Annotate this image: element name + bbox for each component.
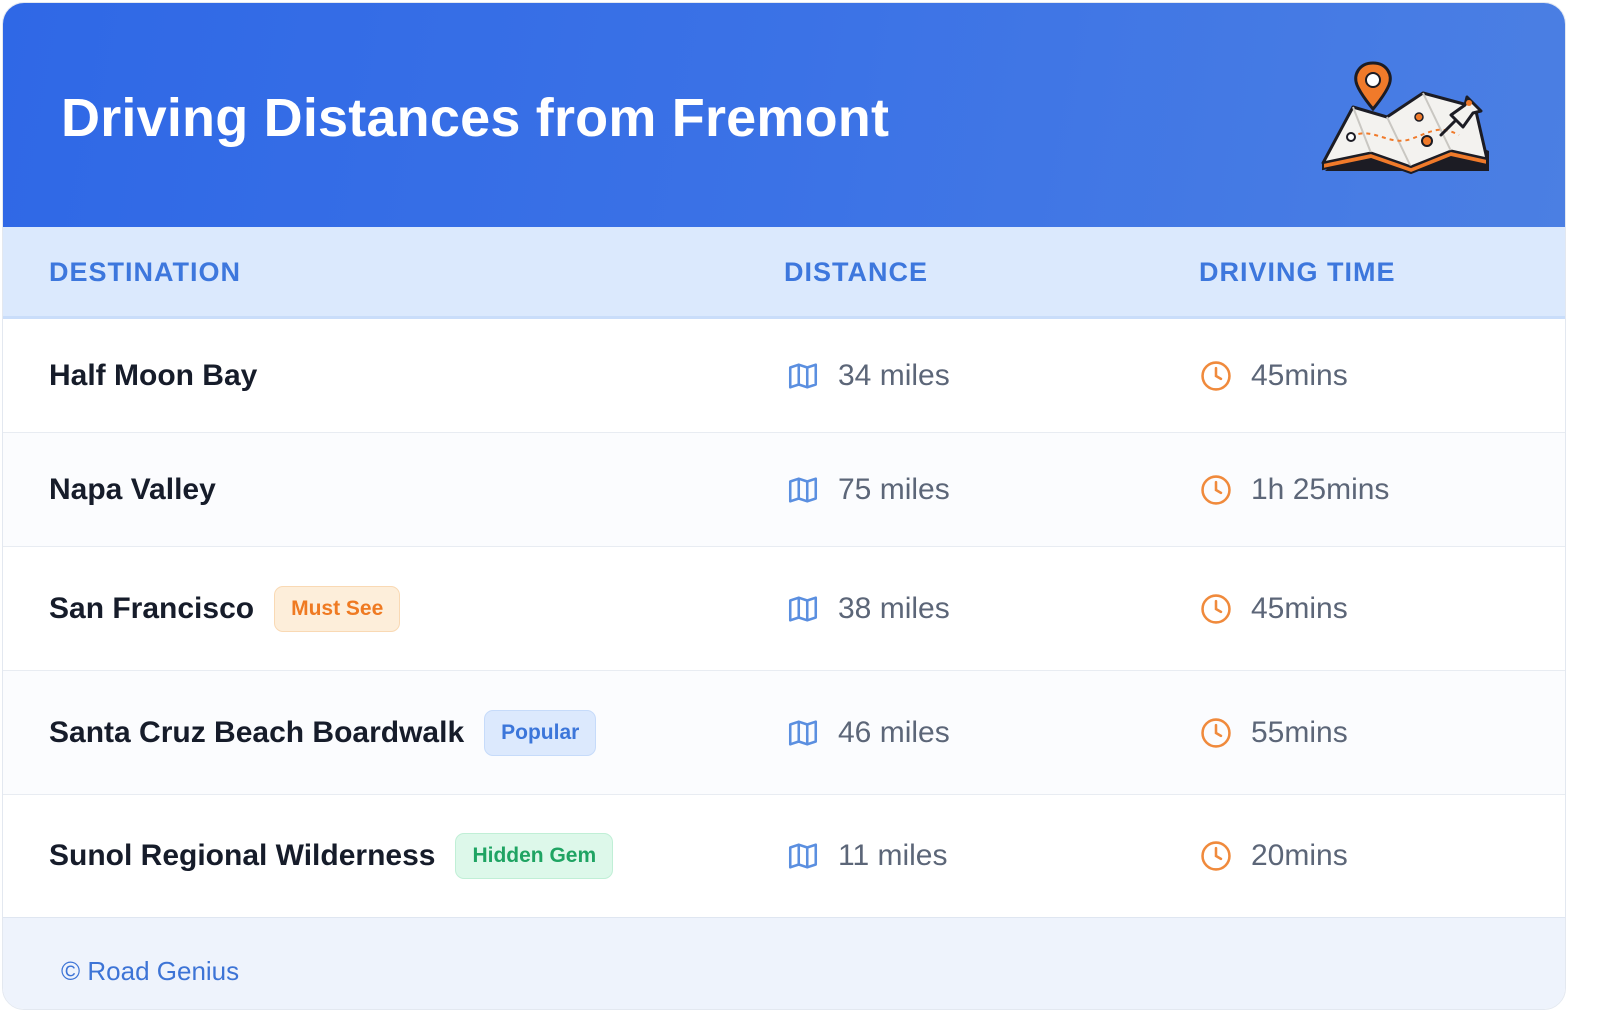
destination-cell: San Francisco Must See bbox=[49, 547, 401, 670]
map-icon bbox=[788, 843, 818, 869]
driving-time-value: 20mins bbox=[1251, 839, 1348, 872]
distance-cell: 11 miles bbox=[786, 795, 947, 917]
distance-value: 38 miles bbox=[838, 591, 950, 625]
distance-cell: 75 miles bbox=[786, 433, 950, 546]
driving-time-value: 1h 25mins bbox=[1251, 472, 1390, 506]
clock-icon bbox=[1201, 360, 1231, 391]
table-row: San Francisco Must See 38 miles 45mins bbox=[3, 547, 1565, 671]
map-icon bbox=[788, 719, 818, 746]
map-icon bbox=[788, 362, 818, 389]
table-row: Half Moon Bay 34 miles 45mins bbox=[3, 319, 1565, 433]
table-row: Santa Cruz Beach Boardwalk Popular 46 mi… bbox=[3, 671, 1565, 795]
driving-time-value: 45mins bbox=[1251, 358, 1348, 392]
driving-time-cell: 45mins bbox=[1199, 319, 1348, 432]
must-see-badge: Must See bbox=[274, 585, 401, 632]
table-header: DESTINATION DISTANCE DRIVING TIME bbox=[3, 227, 1565, 319]
card-footer: © Road Genius bbox=[3, 917, 1565, 1009]
driving-time-cell: 20mins bbox=[1199, 795, 1348, 917]
column-header-destination: DESTINATION bbox=[49, 257, 241, 287]
distance-value: 34 miles bbox=[838, 358, 950, 392]
table-row: Sunol Regional Wilderness Hidden Gem 11 … bbox=[3, 795, 1565, 917]
destination-name: Sunol Regional Wilderness bbox=[49, 839, 436, 872]
destination-cell: Santa Cruz Beach Boardwalk Popular bbox=[49, 671, 597, 794]
copyright-text: © Road Genius bbox=[61, 956, 240, 986]
clock-icon bbox=[1201, 717, 1231, 748]
clock-icon bbox=[1201, 474, 1231, 505]
distance-cell: 38 miles bbox=[786, 547, 950, 670]
distance-cell: 46 miles bbox=[786, 671, 950, 794]
destination-name: Napa Valley bbox=[49, 472, 216, 506]
driving-time-value: 45mins bbox=[1251, 591, 1348, 625]
destination-name: Santa Cruz Beach Boardwalk bbox=[49, 715, 465, 749]
destination-name: Half Moon Bay bbox=[49, 358, 258, 392]
popular-badge: Popular bbox=[484, 709, 597, 756]
destination-cell: Napa Valley bbox=[49, 433, 216, 546]
column-header-distance: DISTANCE bbox=[784, 257, 929, 287]
driving-time-cell: 45mins bbox=[1199, 547, 1348, 670]
driving-time-cell: 55mins bbox=[1199, 671, 1348, 794]
driving-time-value: 55mins bbox=[1251, 715, 1348, 749]
distance-cell: 34 miles bbox=[786, 319, 950, 432]
destination-name: San Francisco bbox=[49, 591, 255, 625]
clock-icon bbox=[1201, 593, 1231, 624]
table-row: Napa Valley 75 miles 1h 25mins bbox=[3, 433, 1565, 547]
clock-icon bbox=[1201, 841, 1231, 871]
card-header: Driving Distances from Fremont bbox=[3, 3, 1565, 227]
map-icon bbox=[788, 476, 818, 503]
column-header-driving-time: DRIVING TIME bbox=[1199, 257, 1396, 287]
destination-cell: Half Moon Bay bbox=[49, 319, 257, 432]
distance-card: Driving Distances from Fremont DESTINATI… bbox=[2, 2, 1566, 1010]
distance-value: 75 miles bbox=[838, 472, 950, 506]
distance-value: 11 miles bbox=[838, 839, 948, 872]
map-with-pins-icon bbox=[1321, 61, 1489, 175]
destination-cell: Sunol Regional Wilderness Hidden Gem bbox=[49, 795, 614, 917]
map-icon bbox=[788, 595, 818, 622]
page-title: Driving Distances from Fremont bbox=[61, 88, 890, 148]
hidden-gem-badge: Hidden Gem bbox=[455, 833, 614, 879]
driving-time-cell: 1h 25mins bbox=[1199, 433, 1389, 546]
distance-value: 46 miles bbox=[838, 715, 950, 749]
